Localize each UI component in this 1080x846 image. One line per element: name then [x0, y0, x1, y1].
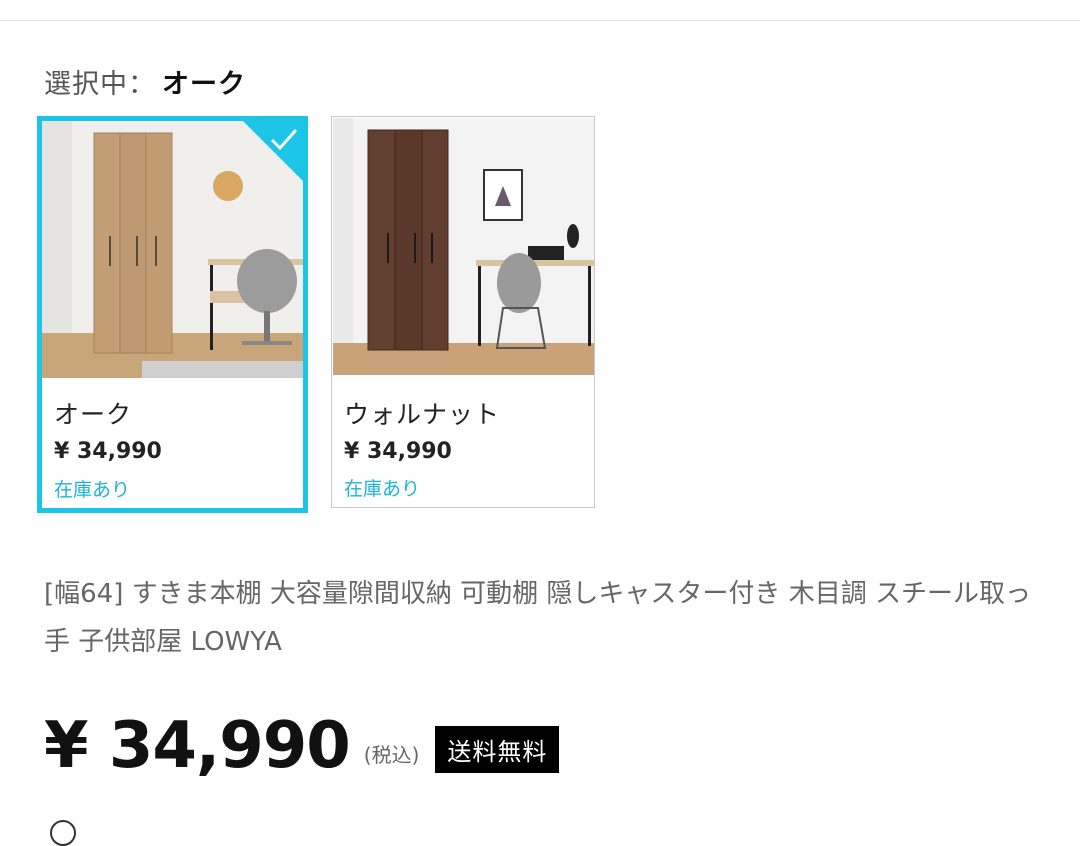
product-title: [幅64] すきま本棚 大容量隙間収納 可動棚 隠しキャスター付き 木目調 スチ… — [44, 579, 1031, 657]
variant-name: ウォルナット — [344, 400, 501, 429]
top-divider — [0, 20, 1080, 21]
selected-variant-label: 選択中： オーク — [44, 62, 246, 101]
variant-price: ¥ 34,990 — [54, 439, 162, 464]
variant-card-oak[interactable]: オーク ¥ 34,990 在庫あり — [37, 116, 308, 513]
selected-value: オーク — [162, 69, 246, 100]
variant-image-walnut — [333, 118, 594, 375]
info-icon[interactable] — [50, 820, 76, 846]
variant-price: ¥ 34,990 — [344, 439, 452, 464]
product-price: ¥ 34,990 — [44, 709, 351, 783]
selected-check-icon — [242, 120, 304, 182]
tax-included-note: (税込) — [363, 742, 420, 767]
variant-stock-status: 在庫あり — [54, 479, 131, 501]
variant-card-walnut[interactable]: ウォルナット ¥ 34,990 在庫あり — [331, 116, 595, 508]
variant-stock-status: 在庫あり — [344, 478, 421, 500]
free-shipping-badge: 送料無料 — [435, 725, 560, 773]
variant-name: オーク — [54, 400, 133, 429]
selected-prefix: 選択中： — [44, 69, 156, 100]
price-row: ¥ 34,990 (税込) 送料無料 — [44, 706, 560, 786]
